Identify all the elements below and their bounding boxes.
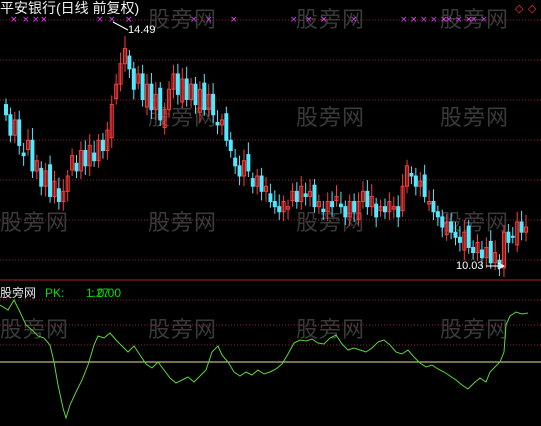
candle-body bbox=[413, 175, 418, 187]
candle-body bbox=[471, 246, 476, 254]
chart-canvas: × × × × × × × × × × × × × × × × × × ×× × ×× ×14.4910.03 bbox=[0, 15, 541, 420]
candle-body bbox=[365, 190, 370, 208]
signal-marker: × bbox=[445, 15, 453, 25]
candle-body bbox=[193, 83, 198, 106]
signal-marker: × bbox=[10, 15, 18, 25]
candle-body bbox=[457, 236, 462, 243]
signal-marker: × bbox=[480, 15, 488, 25]
candle-body bbox=[294, 190, 299, 203]
candle-body bbox=[175, 73, 180, 95]
candle-body bbox=[272, 201, 277, 208]
diamond-red-icon[interactable]: ◇ bbox=[515, 2, 523, 15]
chart-window: 股旁网 股旁网 股旁网 股旁网 股旁网 股旁网 股旁网 股旁网 股旁网 股旁网 股旁网 股旁网 股旁网股… bbox=[0, 0, 541, 426]
candle-body bbox=[56, 188, 61, 203]
diamond-red-icon[interactable]: ◇ bbox=[528, 2, 536, 15]
candle-body bbox=[303, 193, 308, 197]
signal-marker: × bbox=[305, 15, 313, 25]
chart-title: 平安银行(日线 前复权) bbox=[0, 0, 140, 16]
candle-body bbox=[352, 201, 357, 213]
candle-body bbox=[466, 225, 471, 248]
signal-marker: × bbox=[430, 15, 438, 25]
candle-body bbox=[259, 175, 264, 192]
candle-body bbox=[48, 164, 53, 197]
candle-body bbox=[422, 174, 427, 197]
candle-body bbox=[510, 235, 515, 238]
candle-body bbox=[83, 150, 88, 167]
candle-body bbox=[211, 93, 216, 116]
signal-marker: × bbox=[410, 15, 418, 25]
candle-body bbox=[233, 157, 238, 167]
candle-body bbox=[382, 206, 387, 213]
candle-body bbox=[435, 211, 440, 218]
candle-body bbox=[92, 152, 97, 162]
candle-body bbox=[246, 154, 251, 172]
candle-body bbox=[184, 78, 189, 100]
candle-body bbox=[396, 206, 401, 218]
candle-body bbox=[488, 240, 493, 264]
candle-body bbox=[250, 178, 255, 187]
candle-body bbox=[440, 216, 445, 228]
signal-marker: × bbox=[190, 15, 198, 25]
candle-body bbox=[237, 165, 242, 177]
candle-body bbox=[100, 139, 105, 152]
candle-body bbox=[202, 82, 207, 111]
candle-body bbox=[409, 172, 414, 177]
high-label: 14.49 bbox=[128, 24, 156, 36]
candle-body bbox=[127, 55, 132, 70]
candle-body bbox=[449, 221, 454, 233]
candle-body bbox=[8, 114, 13, 136]
candle-body bbox=[479, 249, 484, 259]
signal-marker: × bbox=[420, 15, 428, 25]
candle-body bbox=[268, 193, 273, 203]
candle-body bbox=[330, 201, 335, 208]
indicator-name: 股旁网 bbox=[0, 286, 37, 300]
candle-body bbox=[312, 184, 317, 208]
candle-body bbox=[30, 139, 35, 172]
signal-marker: × bbox=[230, 15, 238, 25]
candle-body bbox=[228, 139, 233, 152]
signal-marker: × bbox=[96, 15, 104, 25]
signal-marker: × bbox=[290, 15, 298, 25]
signal-marker: × bbox=[320, 15, 328, 25]
signal-marker: × bbox=[470, 15, 478, 25]
candle-body bbox=[224, 113, 229, 141]
candle-body bbox=[140, 73, 145, 100]
low-label: 10.03 bbox=[456, 260, 484, 272]
candle-body bbox=[431, 201, 436, 213]
signal-marker: × bbox=[350, 15, 358, 25]
signal-marker: × bbox=[40, 15, 48, 25]
indicator-value2: : 0.00 bbox=[91, 286, 122, 300]
candle-body bbox=[17, 119, 22, 146]
candle-body bbox=[343, 206, 348, 218]
candle-body bbox=[374, 203, 379, 218]
candle-body bbox=[215, 121, 220, 126]
candle-body bbox=[149, 83, 154, 111]
candle-body bbox=[519, 221, 524, 233]
candle-body bbox=[338, 203, 343, 208]
indicator-label: PK: bbox=[45, 286, 65, 300]
signal-marker: × bbox=[108, 15, 116, 25]
signal-marker: × bbox=[32, 15, 40, 25]
candle-body bbox=[74, 162, 79, 172]
candle-body bbox=[453, 231, 458, 238]
candle-body bbox=[277, 206, 282, 213]
candle-body bbox=[21, 152, 26, 157]
candle-body bbox=[321, 208, 326, 213]
pk-line bbox=[0, 298, 529, 420]
signal-marker: × bbox=[22, 15, 30, 25]
candle-body bbox=[506, 231, 511, 243]
candle-body bbox=[39, 167, 44, 187]
signal-marker: × bbox=[455, 15, 463, 25]
signal-marker: × bbox=[205, 15, 213, 25]
signal-marker: × bbox=[400, 15, 408, 25]
candle-body bbox=[131, 68, 136, 90]
candle-body bbox=[4, 104, 8, 116]
candle-body bbox=[158, 87, 163, 121]
